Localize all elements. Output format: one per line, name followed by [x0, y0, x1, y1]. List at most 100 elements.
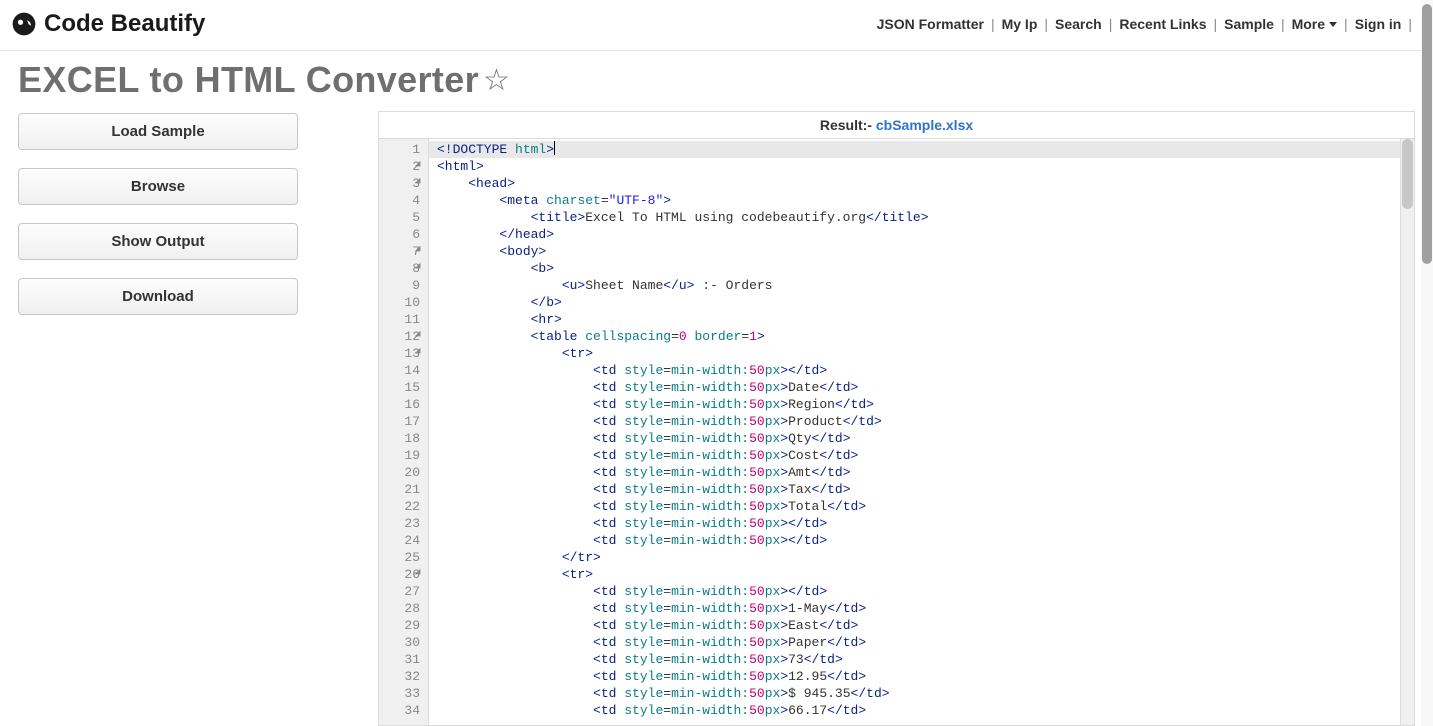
- nav-link-recent-links[interactable]: Recent Links: [1119, 16, 1206, 32]
- code-line[interactable]: <td style=min-width:50px>Product</td>: [437, 413, 1410, 430]
- code-line[interactable]: <meta charset="UTF-8">: [437, 192, 1410, 209]
- editor-scrollbar-thumb[interactable]: [1402, 139, 1413, 209]
- code-line[interactable]: <td style=min-width:50px>Total</td>: [437, 498, 1410, 515]
- download-button[interactable]: Download: [18, 278, 298, 315]
- main-content: Load Sample Browse Show Output Download Res…: [0, 111, 1433, 726]
- gutter-line: 15: [379, 379, 420, 396]
- code-line[interactable]: <b>: [437, 260, 1410, 277]
- brand[interactable]: Code Beautify: [10, 10, 205, 38]
- code-line[interactable]: </b>: [437, 294, 1410, 311]
- code-line[interactable]: <td style=min-width:50px></td>: [437, 515, 1410, 532]
- code-line[interactable]: <td style=min-width:50px>Cost</td>: [437, 447, 1410, 464]
- gutter-line: 20: [379, 464, 420, 481]
- top-header: Code Beautify JSON Formatter | My Ip | Searc…: [0, 0, 1433, 51]
- dropdown-caret-icon: [1329, 22, 1337, 27]
- code-line[interactable]: <td style=min-width:50px>1-May</td>: [437, 600, 1410, 617]
- code-line[interactable]: </tr>: [437, 549, 1410, 566]
- gutter-line: 31: [379, 651, 420, 668]
- nav-separator: |: [991, 16, 995, 32]
- gutter-line: 10: [379, 294, 420, 311]
- fold-toggle-icon[interactable]: [415, 178, 423, 186]
- code-line[interactable]: <td style=min-width:50px></td>: [437, 532, 1410, 549]
- code-line[interactable]: <td style=min-width:50px></td>: [437, 362, 1410, 379]
- code-line[interactable]: <td style=min-width:50px>East</td>: [437, 617, 1410, 634]
- gutter-line: 12: [379, 328, 420, 345]
- code-line[interactable]: <!DOCTYPE html>: [429, 141, 1414, 158]
- favorite-star-icon[interactable]: ☆: [483, 63, 510, 98]
- page-scrollbar-thumb[interactable]: [1422, 4, 1432, 264]
- code-line[interactable]: <td style=min-width:50px>Date</td>: [437, 379, 1410, 396]
- nav-link-sign-in[interactable]: Sign in: [1355, 16, 1402, 32]
- sidebar: Load Sample Browse Show Output Download: [18, 111, 298, 333]
- nav-link-json-formatter[interactable]: JSON Formatter: [877, 16, 984, 32]
- gutter-line: 4: [379, 192, 420, 209]
- fold-toggle-icon[interactable]: [415, 161, 423, 169]
- fold-toggle-icon[interactable]: [415, 263, 423, 271]
- gutter-line: 28: [379, 600, 420, 617]
- nav-link-more[interactable]: More: [1292, 16, 1337, 32]
- code-line[interactable]: </head>: [437, 226, 1410, 243]
- gutter-line: 21: [379, 481, 420, 498]
- code-line[interactable]: <td style=min-width:50px>Paper</td>: [437, 634, 1410, 651]
- result-label: Result:-: [820, 117, 876, 133]
- code-line[interactable]: <html>: [437, 158, 1410, 175]
- page-scrollbar[interactable]: [1421, 0, 1433, 726]
- code-line[interactable]: <hr>: [437, 311, 1410, 328]
- code-line[interactable]: <td style=min-width:50px>Amt</td>: [437, 464, 1410, 481]
- code-line[interactable]: <td style=min-width:50px>66.17</td>: [437, 702, 1410, 719]
- fold-toggle-icon[interactable]: [415, 331, 423, 339]
- editor-scrollbar[interactable]: [1400, 139, 1414, 725]
- fold-toggle-icon[interactable]: [415, 569, 423, 577]
- gutter-line: 25: [379, 549, 420, 566]
- code-line[interactable]: <title>Excel To HTML using codebeautify.…: [437, 209, 1410, 226]
- nav-separator: |: [1214, 16, 1218, 32]
- gutter-line: 16: [379, 396, 420, 413]
- fold-toggle-icon[interactable]: [415, 348, 423, 356]
- code-line[interactable]: <td style=min-width:50px>Qty</td>: [437, 430, 1410, 447]
- code-line[interactable]: <u>Sheet Name</u> :- Orders: [437, 277, 1410, 294]
- nav-links: JSON Formatter | My Ip | Search | Recent Links…: [877, 16, 1415, 32]
- gutter-line: 34: [379, 702, 420, 719]
- nav-link-sample[interactable]: Sample: [1224, 16, 1274, 32]
- show-output-button[interactable]: Show Output: [18, 223, 298, 260]
- gutter-line: 3: [379, 175, 420, 192]
- editor-gutter: 1234567891011121314151617181920212223242…: [379, 139, 429, 725]
- fold-toggle-icon[interactable]: [415, 246, 423, 254]
- code-editor[interactable]: 1234567891011121314151617181920212223242…: [379, 139, 1414, 725]
- code-line[interactable]: <td style=min-width:50px>Region</td>: [437, 396, 1410, 413]
- brand-icon: [10, 10, 38, 38]
- code-line[interactable]: <td style=min-width:50px>$ 945.35</td>: [437, 685, 1410, 702]
- nav-link-my-ip[interactable]: My Ip: [1002, 16, 1038, 32]
- page-title: EXCEL to HTML Converter: [18, 59, 479, 101]
- gutter-line: 8: [379, 260, 420, 277]
- code-line[interactable]: <td style=min-width:50px></td>: [437, 583, 1410, 600]
- code-line[interactable]: <td style=min-width:50px>12.95</td>: [437, 668, 1410, 685]
- nav-link-search[interactable]: Search: [1055, 16, 1102, 32]
- gutter-line: 14: [379, 362, 420, 379]
- result-header: Result:- cbSample.xlsx: [379, 112, 1414, 139]
- code-line[interactable]: <td style=min-width:50px>73</td>: [437, 651, 1410, 668]
- gutter-line: 6: [379, 226, 420, 243]
- browse-button[interactable]: Browse: [18, 168, 298, 205]
- brand-text: Code Beautify: [44, 10, 205, 38]
- code-line[interactable]: <head>: [437, 175, 1410, 192]
- code-line[interactable]: <tr>: [437, 345, 1410, 362]
- load-sample-button[interactable]: Load Sample: [18, 113, 298, 150]
- code-line[interactable]: <body>: [437, 243, 1410, 260]
- gutter-line: 24: [379, 532, 420, 549]
- gutter-line: 5: [379, 209, 420, 226]
- code-line[interactable]: <td style=min-width:50px>Tax</td>: [437, 481, 1410, 498]
- nav-separator: |: [1344, 16, 1348, 32]
- gutter-line: 32: [379, 668, 420, 685]
- gutter-line: 11: [379, 311, 420, 328]
- gutter-line: 7: [379, 243, 420, 260]
- code-line[interactable]: <table cellspacing=0 border=1>: [437, 328, 1410, 345]
- gutter-line: 30: [379, 634, 420, 651]
- nav-separator: |: [1044, 16, 1048, 32]
- editor-code[interactable]: <!DOCTYPE html><html> <head> <meta chars…: [429, 139, 1414, 725]
- text-cursor: [554, 141, 555, 155]
- result-filename[interactable]: cbSample.xlsx: [876, 117, 973, 133]
- gutter-line: 2: [379, 158, 420, 175]
- gutter-line: 19: [379, 447, 420, 464]
- code-line[interactable]: <tr>: [437, 566, 1410, 583]
